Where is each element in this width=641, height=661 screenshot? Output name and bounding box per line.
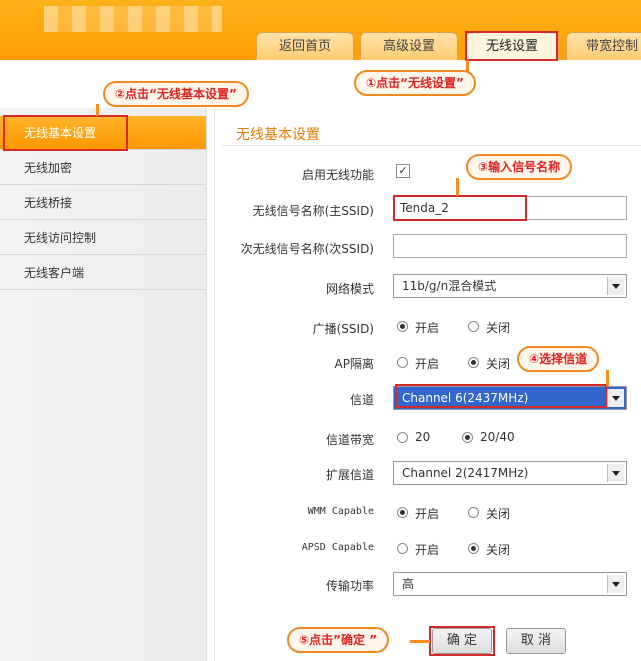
chevron-down-icon xyxy=(607,277,624,295)
ext-channel-value: Channel 2(2417MHz) xyxy=(402,466,529,480)
power-select[interactable]: 高 xyxy=(393,572,627,596)
apsd-label: APSD Capable xyxy=(301,542,374,553)
bandwidth-label: 信道带宽 xyxy=(325,433,374,447)
callout-step-3: ③输入信号名称 xyxy=(466,154,573,180)
cancel-button[interactable]: 取 消 xyxy=(506,628,566,654)
title-divider xyxy=(222,145,641,146)
callout-arrow-2 xyxy=(96,104,99,116)
tab-bandwidth[interactable]: 带宽控制 xyxy=(566,32,641,61)
power-value: 高 xyxy=(402,577,415,591)
wmm-on-radio[interactable] xyxy=(397,507,408,518)
wmm-label: WMM Capable xyxy=(307,506,374,517)
channel-label: 信道 xyxy=(349,393,374,407)
tab-advanced[interactable]: 高级设置 xyxy=(360,32,458,61)
broadcast-on-label: 开启 xyxy=(415,321,440,335)
broadcast-on-radio[interactable] xyxy=(397,321,408,332)
blurred-logo xyxy=(44,6,222,32)
page-title: 无线基本设置 xyxy=(236,127,320,143)
header-strip xyxy=(0,60,641,78)
mode-value: 11b/g/n混合模式 xyxy=(402,279,497,293)
highlight-ok xyxy=(429,626,495,656)
sidebar-item-bridge[interactable]: 无线桥接 xyxy=(0,186,206,220)
ap-isolation-label: AP隔离 xyxy=(334,357,374,371)
mode-select[interactable]: 11b/g/n混合模式 xyxy=(393,274,627,298)
apsd-on-label: 开启 xyxy=(415,543,440,557)
chevron-down-icon xyxy=(607,575,624,593)
broadcast-off-radio[interactable] xyxy=(468,321,479,332)
ext-channel-select[interactable]: Channel 2(2417MHz) xyxy=(393,461,627,485)
ap-on-label: 开启 xyxy=(415,357,440,371)
bw40-label: 20/40 xyxy=(480,430,515,444)
sidebar-item-access-control[interactable]: 无线访问控制 xyxy=(0,221,206,255)
enable-label: 启用无线功能 xyxy=(301,168,374,182)
callout-arrow-3 xyxy=(456,178,459,196)
sidebar-item-encryption[interactable]: 无线加密 xyxy=(0,151,206,185)
callout-step-4: ④选择信道 xyxy=(517,346,600,372)
ap-off-label: 关闭 xyxy=(486,357,511,371)
apsd-on-radio[interactable] xyxy=(397,543,408,554)
ssid2-input[interactable] xyxy=(393,234,627,258)
apsd-off-radio[interactable] xyxy=(468,543,479,554)
tab-home[interactable]: 返回首页 xyxy=(256,32,354,61)
chevron-down-icon xyxy=(607,464,624,482)
bw20-label: 20 xyxy=(415,430,431,444)
highlight-ssid xyxy=(393,195,527,221)
power-label: 传输功率 xyxy=(325,579,374,593)
broadcast-label: 广播(SSID) xyxy=(312,322,374,336)
broadcast-off-label: 关闭 xyxy=(486,321,511,335)
wmm-on-label: 开启 xyxy=(415,507,440,521)
callout-arrow-5 xyxy=(410,640,430,643)
callout-step-2: ②点击“无线基本设置” xyxy=(103,81,249,107)
ext-channel-label: 扩展信道 xyxy=(325,468,374,482)
apsd-off-label: 关闭 xyxy=(486,543,511,557)
wmm-off-label: 关闭 xyxy=(486,507,511,521)
callout-step-1: ①点击“无线设置” xyxy=(354,70,476,96)
highlight-sidebar-basic xyxy=(3,115,128,151)
callout-step-5: ⑤点击”确定 ” xyxy=(287,627,390,653)
sidebar-item-clients[interactable]: 无线客户端 xyxy=(0,256,206,290)
enable-checkbox[interactable]: ✓ xyxy=(396,164,410,178)
bw40-radio[interactable] xyxy=(462,432,473,443)
highlight-tab-wireless xyxy=(465,31,558,61)
ap-on-radio[interactable] xyxy=(397,357,408,368)
highlight-channel xyxy=(395,384,607,408)
wmm-off-radio[interactable] xyxy=(468,507,479,518)
ssid-label: 无线信号名称(主SSID) xyxy=(252,204,374,218)
callout-arrow-4 xyxy=(606,370,609,386)
mode-label: 网络模式 xyxy=(325,282,374,296)
chevron-down-icon xyxy=(607,389,624,407)
bw20-radio[interactable] xyxy=(397,432,408,443)
ap-off-radio[interactable] xyxy=(468,357,479,368)
ssid2-label: 次无线信号名称(次SSID) xyxy=(240,242,374,256)
